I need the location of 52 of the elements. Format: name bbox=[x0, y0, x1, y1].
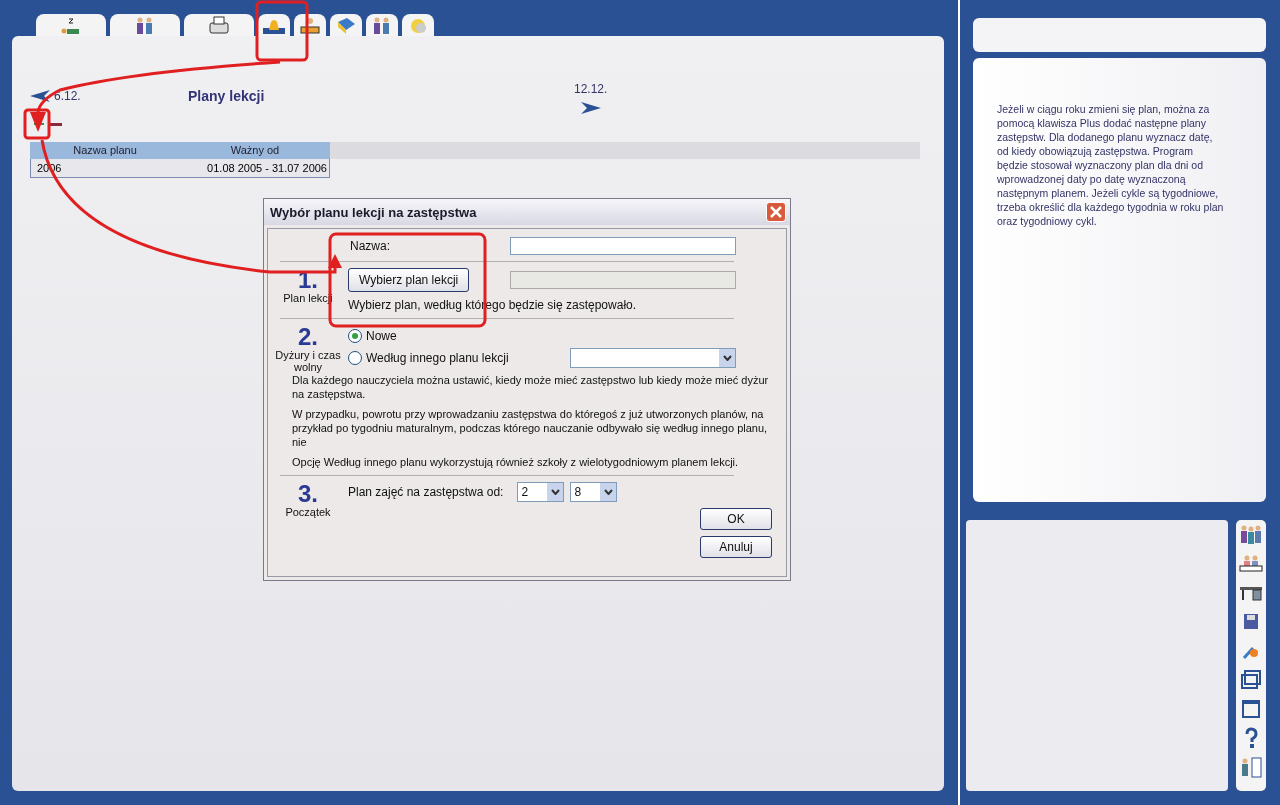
chevron-down-icon bbox=[722, 355, 732, 361]
teacher-desk-icon bbox=[299, 16, 321, 36]
right-arrow-icon[interactable] bbox=[580, 102, 601, 114]
description-text: Opcję Według innego planu wykorzystują również szkoły z wielotygodniowym planem lekcji. bbox=[292, 455, 740, 469]
windows-icon[interactable] bbox=[1239, 669, 1263, 691]
radio-button[interactable] bbox=[348, 329, 362, 343]
radio-option[interactable]: Według innego planu lekcji bbox=[348, 351, 509, 365]
column-header: Nazwa planu bbox=[30, 142, 180, 159]
dialog-button[interactable]: Anuluj bbox=[700, 536, 772, 558]
exit-icon[interactable] bbox=[1239, 756, 1263, 778]
classroom-icon[interactable] bbox=[1239, 553, 1263, 575]
dialog-title: Wybór planu lekcji na zastępstwa bbox=[270, 204, 477, 220]
choose-plan-button[interactable]: Wybierz plan lekcji bbox=[348, 268, 470, 292]
dialog-button[interactable]: OK bbox=[700, 508, 772, 530]
people-icon[interactable] bbox=[1239, 524, 1263, 546]
radio-option[interactable]: Nowe bbox=[348, 329, 397, 343]
number-dropdown[interactable]: 8 bbox=[570, 482, 618, 502]
step-number: 2. bbox=[298, 325, 318, 349]
field-label: Nazwa: bbox=[349, 239, 391, 253]
step-label: Dyżury i czas wolny bbox=[274, 349, 342, 373]
field-label: Plan zajęć na zastępstwa od: bbox=[348, 485, 504, 499]
book-icon bbox=[335, 16, 357, 36]
tab[interactable] bbox=[366, 14, 398, 36]
tab[interactable] bbox=[110, 14, 180, 36]
step-label: Początek bbox=[285, 506, 331, 518]
column-header: Ważny od bbox=[180, 142, 330, 159]
radio-button[interactable] bbox=[348, 351, 362, 365]
chevron-down-icon bbox=[550, 489, 560, 495]
number-dropdown[interactable]: 2 bbox=[517, 482, 565, 502]
description-text: W przypadku, powrotu przy wprowadzaniu zastępstwa do któregoś z już utworzonych planów, na przykład po tygodniu maturalnym, podczas którego nauczanie odbywało się według innego planu, nie bbox=[292, 407, 769, 449]
description-text: Dla każdego nauczyciela można ustawić, kiedy może mieć zastępstwo lub kiedy może mieć dyżur na zastępstwa. bbox=[292, 373, 770, 401]
window-icon[interactable] bbox=[1239, 698, 1263, 720]
step-number: 3. bbox=[298, 482, 318, 506]
tab[interactable] bbox=[402, 14, 434, 36]
sleep-icon bbox=[60, 16, 82, 36]
left-arrow-icon[interactable] bbox=[30, 90, 50, 102]
close-icon[interactable] bbox=[766, 202, 786, 222]
minus-icon[interactable] bbox=[50, 121, 62, 127]
plan-dropdown[interactable] bbox=[570, 348, 736, 368]
help-text: Jeżeli w ciągu roku zmieni się plan, można za pomocą klawisza Plus dodać następne plany zastępstw. Dla dodanego planu wyznacz datę, od kiedy obowiązują zastępstwa. Program będzie stosował wyznaczony plan dla dni od wprowadzonej daty po datę wyznaczoną następnym planem. Jeżeli cykle są tygodniowe, trzeba określić dla każdego tygodnia w roku plan oraz tygodniowy cykl. bbox=[997, 102, 1225, 228]
tab[interactable] bbox=[258, 14, 290, 36]
page-title: Plany lekcji bbox=[188, 88, 265, 104]
chevron-down-icon bbox=[603, 489, 613, 495]
annotation-box bbox=[255, 0, 309, 62]
printer-icon bbox=[208, 16, 230, 36]
name-field[interactable] bbox=[510, 237, 736, 255]
tab[interactable] bbox=[184, 14, 254, 36]
tab[interactable] bbox=[330, 14, 362, 36]
annotation-box bbox=[23, 108, 51, 140]
next-date[interactable]: 12.12. bbox=[573, 82, 608, 96]
table-cell-text: 01.08 2005 - 31.07 2006 bbox=[206, 162, 327, 174]
tab[interactable] bbox=[36, 14, 106, 36]
